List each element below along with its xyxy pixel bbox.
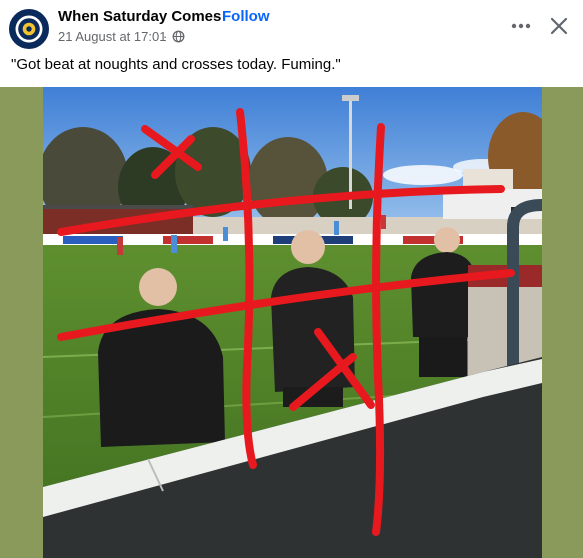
- follow-button[interactable]: Follow: [222, 8, 270, 25]
- timestamp-separator: ·: [163, 29, 168, 44]
- post-photo[interactable]: [43, 87, 542, 558]
- facebook-post: When Saturday Comes · Follow 21 August a…: [0, 0, 583, 558]
- close-icon[interactable]: [547, 14, 571, 38]
- post-timestamp[interactable]: 21 August at 17:01: [58, 29, 166, 44]
- photo-illustration: [43, 87, 542, 558]
- media-frame: [0, 87, 583, 558]
- post-caption: "Got beat at noughts and crosses today. …: [11, 56, 341, 73]
- page-name-link[interactable]: When Saturday Comes: [58, 8, 221, 25]
- header-separator: ·: [212, 8, 217, 25]
- more-options-icon[interactable]: [506, 14, 536, 38]
- wsc-logo-icon: [11, 11, 47, 47]
- page-avatar[interactable]: [9, 9, 49, 49]
- grid-line-vertical-2: [372, 123, 385, 536]
- globe-icon[interactable]: [172, 30, 185, 43]
